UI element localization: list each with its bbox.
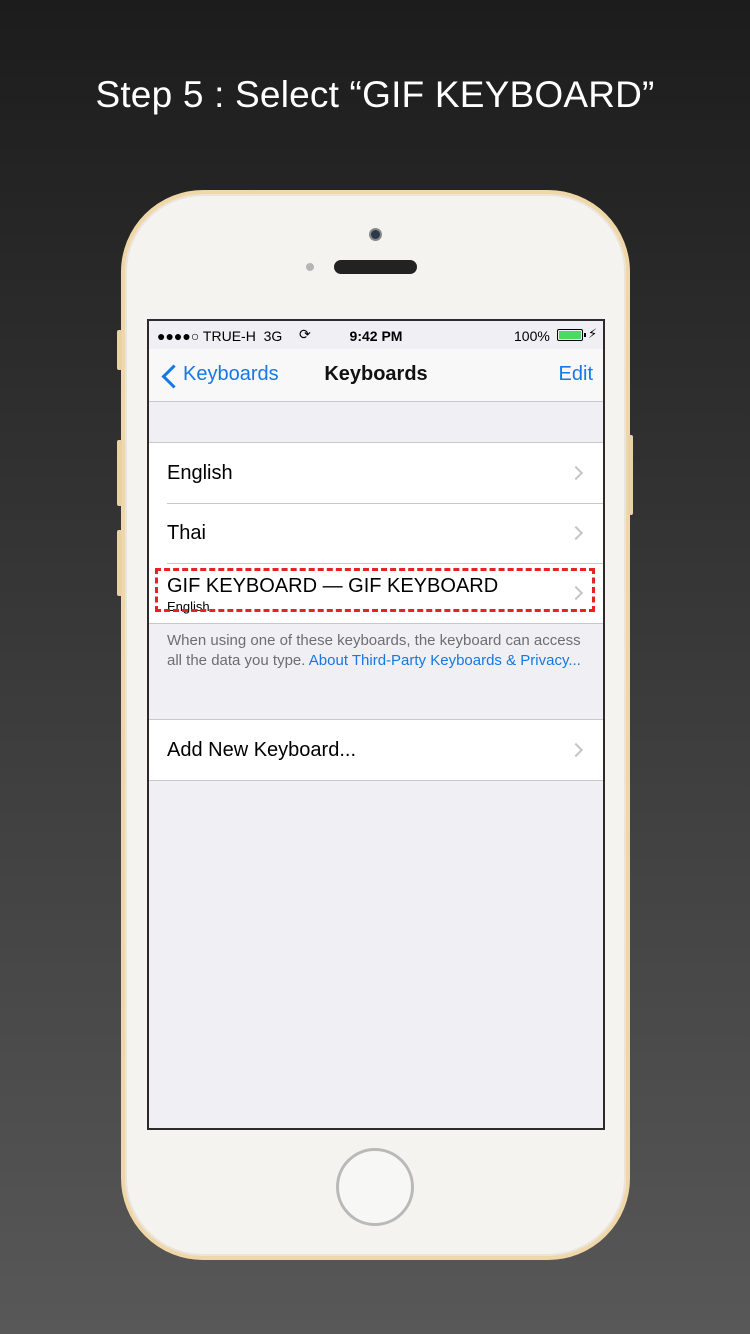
phone-screen: ●●●●○ TRUE-H 3G ⟳ 9:42 PM 100% ⚡︎ Keyboa… <box>147 319 605 1130</box>
mute-switch <box>117 530 122 596</box>
keyboard-label: Thai <box>167 522 206 544</box>
charging-icon: ⚡︎ <box>588 326 598 341</box>
edit-button[interactable]: Edit <box>559 363 593 386</box>
front-camera <box>369 228 382 241</box>
home-button[interactable] <box>336 1148 414 1226</box>
chevron-right-icon <box>568 465 584 481</box>
add-keyboard-group: Add New Keyboard... <box>149 719 603 781</box>
privacy-footnote: When using one of these keyboards, the k… <box>167 631 587 670</box>
status-bar: ●●●●○ TRUE-H 3G ⟳ 9:42 PM 100% ⚡︎ <box>149 321 603 349</box>
add-keyboard-label: Add New Keyboard... <box>167 739 356 761</box>
keyboard-row-gif-keyboard[interactable]: GIF KEYBOARD — GIF KEYBOARD English <box>149 563 603 623</box>
keyboard-label: English <box>167 462 233 484</box>
add-new-keyboard-row[interactable]: Add New Keyboard... <box>149 720 603 780</box>
earpiece-speaker <box>334 260 417 274</box>
volume-up-button <box>117 330 122 370</box>
proximity-sensor <box>306 263 314 271</box>
privacy-link[interactable]: About Third-Party Keyboards & Privacy... <box>309 652 581 669</box>
highlight-box <box>155 568 595 612</box>
step-caption: Step 5 : Select “GIF KEYBOARD” <box>95 74 655 115</box>
power-button <box>628 435 633 515</box>
battery-icon <box>557 329 586 341</box>
chevron-right-icon <box>568 525 584 541</box>
battery-percent: 100% <box>514 328 550 344</box>
keyboard-row-thai[interactable]: Thai <box>149 503 603 563</box>
keyboard-list: English Thai GIF KEYBOARD — GIF KEYBOARD… <box>149 442 603 624</box>
navigation-bar: Keyboards Keyboards Edit <box>149 349 603 402</box>
page-title: Keyboards <box>324 363 428 385</box>
volume-down-button <box>117 440 122 506</box>
keyboard-row-english[interactable]: English <box>149 443 603 503</box>
chevron-right-icon <box>568 742 584 758</box>
